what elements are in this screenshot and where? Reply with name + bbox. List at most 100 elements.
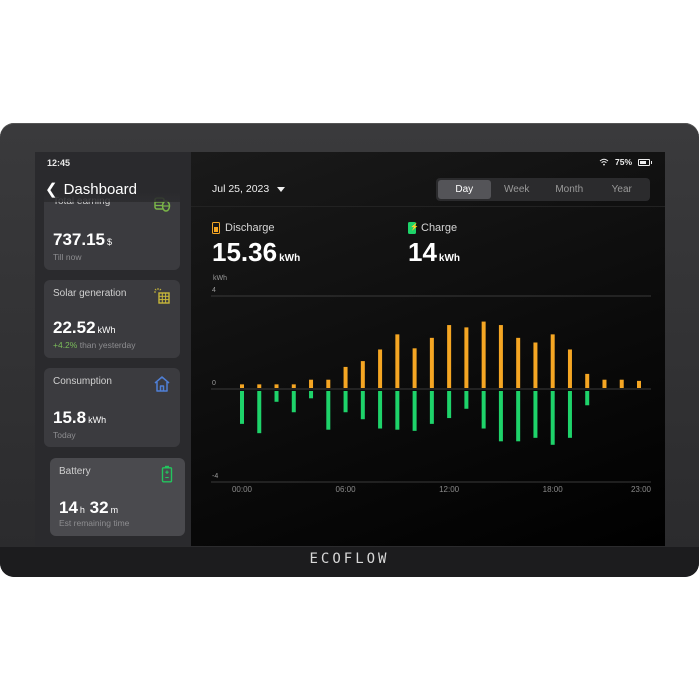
discharge-bar — [464, 327, 469, 388]
discharge-bar — [447, 325, 452, 388]
card-battery[interactable]: Battery 14 h 32 m Est remaining time — [50, 458, 185, 536]
card-subtitle: Est remaining time — [59, 518, 130, 528]
y-tick-label: 0 — [212, 380, 216, 387]
discharge-bar — [412, 348, 417, 388]
card-title: Solar generation — [53, 288, 127, 299]
charge-label: Charge — [421, 222, 458, 234]
period-tabs: Day Week Month Year — [436, 178, 650, 201]
charge-battery-icon: ⚡ — [408, 222, 419, 234]
sidebar-header: 12:45 ❮ Dashboard — [35, 152, 191, 202]
discharge-bar — [309, 379, 314, 388]
discharge-bar — [240, 384, 244, 388]
charge-bar — [240, 391, 244, 424]
date-picker[interactable]: Jul 25, 2023 — [212, 183, 286, 195]
charge-bar — [533, 391, 538, 438]
charge-bar — [550, 391, 555, 445]
x-tick-label: 12:00 — [439, 485, 460, 494]
card-subtitle: +4.2% than yesterday — [53, 340, 136, 350]
x-tick-label: 23:00 — [631, 485, 652, 494]
date-label: Jul 25, 2023 — [212, 183, 270, 195]
charge-bar — [343, 391, 348, 413]
discharge-bar — [257, 384, 262, 388]
discharge-bar — [533, 342, 538, 388]
x-tick-label: 00:00 — [232, 485, 253, 494]
card-subtitle: Till now — [53, 252, 82, 262]
card-title: Consumption — [53, 376, 112, 387]
card-value: 15.8 kWh — [53, 408, 107, 427]
y-axis-label: kWh — [213, 275, 227, 282]
discharge-bar — [343, 366, 348, 388]
tab-day[interactable]: Day — [438, 180, 491, 199]
tab-week[interactable]: Week — [491, 180, 544, 199]
discharge-bar — [395, 334, 400, 388]
energy-bar-chart: kWh 4 0 -4 00:00 06:00 12:00 18:00 23:00 — [211, 275, 652, 494]
charge-bar — [464, 391, 469, 409]
charge-bar — [378, 391, 383, 429]
discharge-bar — [274, 384, 279, 388]
screen: 12:45 ❮ Dashboard Total earning 737.15$ … — [35, 152, 665, 546]
caret-down-icon — [277, 186, 286, 192]
charge-bar — [257, 391, 262, 434]
discharge-bar — [326, 379, 331, 388]
discharge-bar — [585, 373, 590, 388]
page-title: Dashboard — [63, 180, 137, 198]
x-tick-label: 06:00 — [336, 485, 357, 494]
charge-value: 14 kWh — [408, 237, 461, 267]
solar-panel-icon — [154, 288, 170, 304]
charge-bar — [585, 391, 590, 406]
discharge-bar — [429, 337, 434, 388]
charge-bar — [429, 391, 434, 424]
discharge-battery-icon — [212, 222, 220, 234]
discharge-bar — [637, 380, 641, 388]
charge-bar — [516, 391, 521, 442]
y-tick-label: 4 — [212, 287, 216, 294]
discharge-value: 15.36 kWh — [212, 237, 301, 267]
y-tick-label: -4 — [212, 473, 218, 480]
discharge-bar — [619, 379, 624, 388]
discharge-bar — [550, 334, 555, 388]
card-subtitle: Today — [53, 430, 76, 440]
house-icon — [154, 376, 170, 392]
discharge-bar — [498, 325, 503, 388]
discharge-bar — [481, 321, 486, 388]
charge-bar — [360, 391, 365, 420]
chevron-left-icon: ❮ — [45, 181, 58, 198]
card-value: 14 h 32 m — [59, 498, 119, 517]
change-percent: +4.2% — [53, 340, 78, 350]
battery-status-icon — [638, 158, 652, 166]
charge-bar — [395, 391, 400, 430]
card-consumption[interactable]: Consumption 15.8 kWh Today — [44, 368, 180, 447]
sidebar: 12:45 ❮ Dashboard Total earning 737.15$ … — [35, 152, 197, 546]
card-value: 737.15 $ — [53, 230, 113, 249]
discharge-bar — [291, 384, 296, 388]
tab-month[interactable]: Month — [543, 180, 596, 199]
discharge-metric: Discharge 15.36 kWh — [212, 222, 300, 268]
charge-bar — [567, 391, 572, 438]
brand-logo: ECOFLOW — [309, 551, 390, 567]
main-panel: 75% Jul 25, 2023 Day Week Month Year Dis… — [191, 152, 665, 546]
battery-icon — [161, 465, 173, 483]
discharge-bar — [360, 361, 365, 388]
battery-percent: 75% — [614, 157, 632, 167]
card-value: 22.52 kWh — [53, 318, 116, 337]
discharge-bar — [516, 337, 521, 388]
back-button[interactable]: ❮ Dashboard — [45, 180, 137, 199]
charge-bar — [309, 391, 314, 399]
charge-bar — [481, 391, 486, 429]
discharge-bar — [378, 349, 383, 388]
tab-year[interactable]: Year — [596, 180, 649, 199]
charge-bar — [291, 391, 296, 413]
status-time: 12:45 — [47, 158, 71, 168]
charge-metric: ⚡ Charge 14 kWh — [408, 222, 460, 268]
charge-bar — [326, 391, 331, 430]
discharge-bar — [567, 349, 572, 388]
charge-bar — [447, 391, 452, 419]
card-solar-generation[interactable]: Solar generation 22.52 kWh +4.2% than yes… — [44, 280, 180, 358]
charge-bar — [498, 391, 503, 442]
charge-bar — [412, 391, 417, 431]
header-divider — [191, 206, 665, 207]
discharge-bar — [602, 379, 607, 388]
card-title: Battery — [59, 466, 91, 477]
x-tick-label: 18:00 — [543, 485, 564, 494]
discharge-label: Discharge — [225, 222, 275, 234]
